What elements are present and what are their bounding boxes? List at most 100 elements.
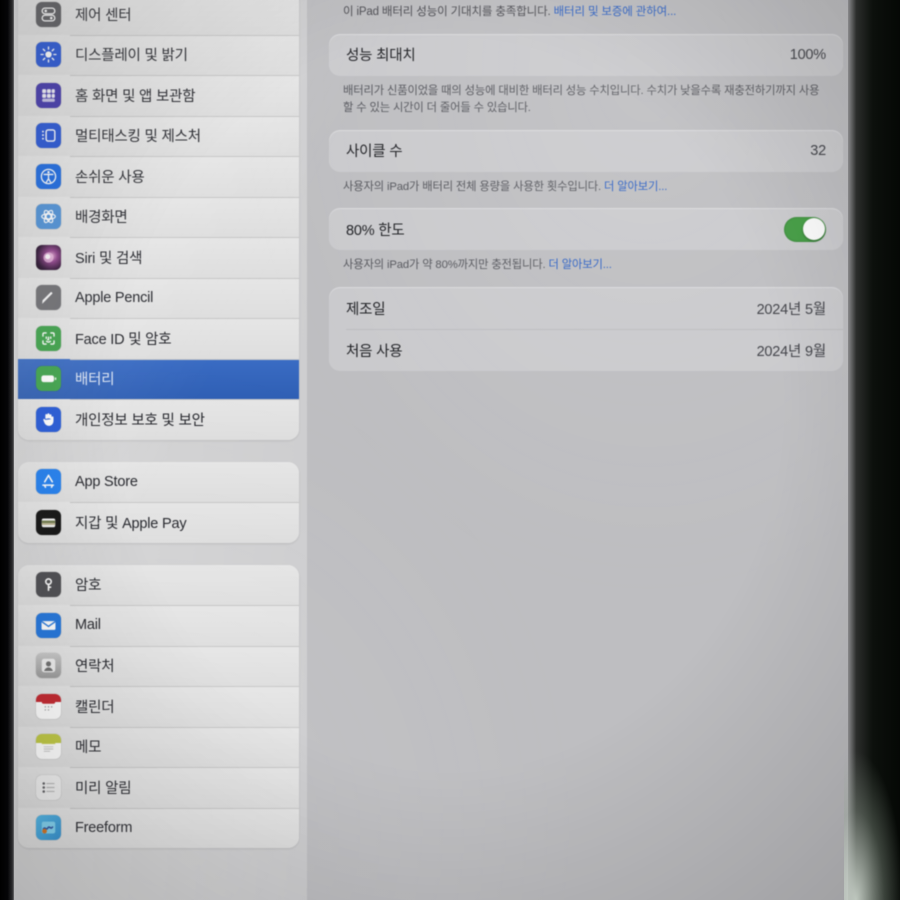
sidebar-item-1-settings-group-primary[interactable]: 디스플레이 및 밝기 bbox=[18, 34, 299, 75]
freeform-icon bbox=[36, 815, 61, 841]
sidebar-item-6-settings-group-primary[interactable]: Siri 및 검색 bbox=[18, 237, 299, 278]
row-max-capacity-title: 성능 최대치 bbox=[346, 48, 416, 65]
sidebar-item-label: 배경화면 bbox=[75, 210, 128, 227]
cycle-count-learn-more-link[interactable]: 더 알아보기... bbox=[604, 181, 667, 193]
card-charge-limit: 80% 한도 bbox=[329, 208, 843, 251]
sidebar-item-3-settings-group-primary[interactable]: 멀티태스킹 및 제스처 bbox=[18, 115, 299, 156]
sidebar-item-label: 개인정보 보호 및 보안 bbox=[75, 412, 205, 429]
wallet-icon bbox=[36, 509, 61, 535]
row-max-capacity[interactable]: 성능 최대치 100% bbox=[329, 34, 843, 76]
row-battery-date-value: 2024년 9월 bbox=[756, 343, 827, 360]
charge-limit-toggle[interactable] bbox=[784, 216, 826, 242]
sidebar-item-5-settings-group-primary[interactable]: 배경화면 bbox=[18, 196, 299, 237]
row-max-capacity-value: 100% bbox=[789, 46, 826, 63]
control-center-icon bbox=[36, 1, 61, 27]
battery-health-blurb: 이 iPad 배터리 성능이 기대치를 충족합니다. 배터리 및 보증에 관하여… bbox=[321, 0, 851, 21]
sidebar-item-label: 제어 센터 bbox=[75, 7, 132, 24]
sidebar-item-0-settings-group-primary[interactable]: 제어 센터 bbox=[18, 0, 299, 35]
sidebar-item-0-settings-group-store[interactable]: App Store bbox=[18, 461, 299, 502]
wallpaper-icon bbox=[36, 204, 61, 230]
row-battery-date-0[interactable]: 제조일 2024년 5월 bbox=[329, 287, 843, 329]
sidebar-item-9-settings-group-primary[interactable]: 배터리 bbox=[18, 358, 299, 399]
reminders-icon bbox=[36, 774, 61, 800]
sidebar-item-label: App Store bbox=[75, 473, 138, 490]
row-charge-limit[interactable]: 80% 한도 bbox=[329, 208, 843, 250]
accessibility-icon bbox=[36, 163, 61, 189]
note-charge-limit: 사용자의 iPad가 약 80%까지만 충전됩니다. 더 알아보기... bbox=[321, 250, 851, 274]
sidebar-item-4-settings-group-apps[interactable]: 메모 bbox=[18, 726, 299, 767]
charge-limit-learn-more-link[interactable]: 더 알아보기... bbox=[549, 259, 612, 271]
app-store-icon bbox=[36, 469, 61, 495]
card-battery-dates: 제조일 2024년 5월처음 사용 2024년 9월 bbox=[329, 287, 843, 372]
battery-detail-panel: 이 iPad 배터리 성능이 기대치를 충족합니다. 배터리 및 보증에 관하여… bbox=[307, 0, 865, 900]
sidebar-item-label: 메모 bbox=[75, 740, 102, 757]
passwords-key-icon bbox=[36, 572, 61, 598]
settings-app-screen: 제어 센터디스플레이 및 밝기홈 화면 및 앱 보관함멀티태스킹 및 제스처손쉬… bbox=[10, 0, 865, 900]
photographed-ipad-screen: 제어 센터디스플레이 및 밝기홈 화면 및 앱 보관함멀티태스킹 및 제스처손쉬… bbox=[0, 0, 900, 900]
siri-icon bbox=[36, 244, 61, 270]
row-battery-date-title: 제조일 bbox=[346, 301, 386, 318]
note-max-capacity: 배터리가 신품이었을 때의 성능에 대비한 배터리 성능 수치입니다. 수치가 … bbox=[343, 84, 820, 114]
privacy-hand-icon bbox=[36, 406, 61, 432]
sidebar-item-1-settings-group-store[interactable]: 지갑 및 Apple Pay bbox=[18, 502, 299, 543]
sidebar-item-0-settings-group-apps[interactable]: 암호 bbox=[18, 564, 299, 605]
home-screen-icon bbox=[36, 82, 61, 108]
row-charge-limit-title: 80% 한도 bbox=[346, 222, 405, 239]
sidebar-item-6-settings-group-apps[interactable]: Freeform bbox=[18, 807, 299, 848]
toggle-knob bbox=[802, 218, 825, 241]
mail-icon bbox=[36, 612, 61, 638]
sidebar-item-1-settings-group-apps[interactable]: Mail bbox=[18, 605, 299, 646]
sidebar-item-label: Siri 및 검색 bbox=[75, 250, 143, 267]
device-bezel-right bbox=[844, 0, 900, 900]
sidebar-item-label: 손쉬운 사용 bbox=[75, 169, 145, 186]
sidebar-item-label: 디스플레이 및 밝기 bbox=[75, 48, 188, 65]
sidebar-item-label: 배터리 bbox=[75, 372, 115, 389]
contacts-icon bbox=[36, 653, 61, 679]
sidebar-item-10-settings-group-primary[interactable]: 개인정보 보호 및 보안 bbox=[18, 399, 299, 440]
sidebar-scroll-area[interactable]: 제어 센터디스플레이 및 밝기홈 화면 및 앱 보관함멀티태스킹 및 제스처손쉬… bbox=[10, 0, 307, 848]
battery-icon bbox=[36, 366, 61, 392]
battery-warranty-link[interactable]: 배터리 및 보증에 관하여... bbox=[554, 6, 677, 18]
sidebar-item-label: 미리 알림 bbox=[75, 780, 132, 797]
sidebar-item-4-settings-group-primary[interactable]: 손쉬운 사용 bbox=[18, 156, 299, 197]
settings-group-apps: 암호 Mail 연락처캘린더메모미리 알림 Freeform bbox=[18, 564, 299, 848]
sidebar-item-label: 암호 bbox=[75, 578, 102, 595]
note-cycle-count-text: 사용자의 iPad가 배터리 전체 용량을 사용한 횟수입니다. bbox=[343, 180, 605, 193]
sidebar-item-label: 멀티태스킹 및 제스처 bbox=[75, 129, 201, 146]
sidebar-item-label: Freeform bbox=[75, 819, 133, 836]
card-cycle-count: 사이클 수 32 bbox=[329, 129, 843, 172]
display-brightness-icon bbox=[36, 42, 61, 68]
sidebar-item-2-settings-group-primary[interactable]: 홈 화면 및 앱 보관함 bbox=[18, 75, 299, 116]
sidebar-item-2-settings-group-apps[interactable]: 연락처 bbox=[18, 645, 299, 686]
note-cycle-count: 사용자의 iPad가 배터리 전체 용량을 사용한 횟수입니다. 더 알아보기.… bbox=[321, 172, 851, 196]
row-cycle-count[interactable]: 사이클 수 32 bbox=[329, 130, 843, 172]
sidebar-item-label: 연락처 bbox=[75, 659, 115, 676]
card-max-capacity: 성능 최대치 100% bbox=[329, 33, 843, 76]
sidebar-item-label: Face ID 및 암호 bbox=[75, 331, 172, 348]
row-battery-date-title: 처음 사용 bbox=[346, 343, 403, 360]
note-charge-limit-text: 사용자의 iPad가 약 80%까지만 충전됩니다. bbox=[343, 259, 549, 272]
sidebar-item-label: 지갑 및 Apple Pay bbox=[75, 515, 187, 532]
device-bezel-left bbox=[0, 0, 14, 900]
row-cycle-count-title: 사이클 수 bbox=[346, 144, 403, 161]
row-battery-date-value: 2024년 5월 bbox=[756, 301, 827, 318]
notes-icon bbox=[36, 734, 61, 760]
settings-group-primary: 제어 센터디스플레이 및 밝기홈 화면 및 앱 보관함멀티태스킹 및 제스처손쉬… bbox=[18, 0, 299, 440]
sidebar-item-5-settings-group-apps[interactable]: 미리 알림 bbox=[18, 767, 299, 808]
sidebar-item-label: 홈 화면 및 앱 보관함 bbox=[75, 88, 196, 105]
multitasking-icon bbox=[36, 123, 61, 149]
row-cycle-count-value: 32 bbox=[810, 142, 826, 159]
sidebar-item-7-settings-group-primary[interactable]: Apple Pencil bbox=[18, 277, 299, 318]
calendar-icon bbox=[36, 693, 61, 719]
sidebar-item-label: Mail bbox=[75, 617, 101, 634]
row-battery-date-1[interactable]: 처음 사용 2024년 9월 bbox=[329, 329, 843, 371]
sidebar-item-3-settings-group-apps[interactable]: 캘린더 bbox=[18, 686, 299, 727]
sidebar-item-label: Apple Pencil bbox=[75, 289, 154, 306]
settings-sidebar[interactable]: 제어 센터디스플레이 및 밝기홈 화면 및 앱 보관함멀티태스킹 및 제스처손쉬… bbox=[10, 0, 307, 900]
face-id-icon bbox=[36, 325, 61, 351]
settings-group-store: App Store 지갑 및 Apple Pay bbox=[18, 461, 299, 543]
sidebar-item-8-settings-group-primary[interactable]: Face ID 및 암호 bbox=[18, 318, 299, 359]
battery-health-blurb-text: 이 iPad 배터리 성능이 기대치를 충족합니다. bbox=[343, 6, 554, 18]
apple-pencil-icon bbox=[36, 285, 61, 311]
sidebar-item-label: 캘린더 bbox=[75, 699, 115, 716]
